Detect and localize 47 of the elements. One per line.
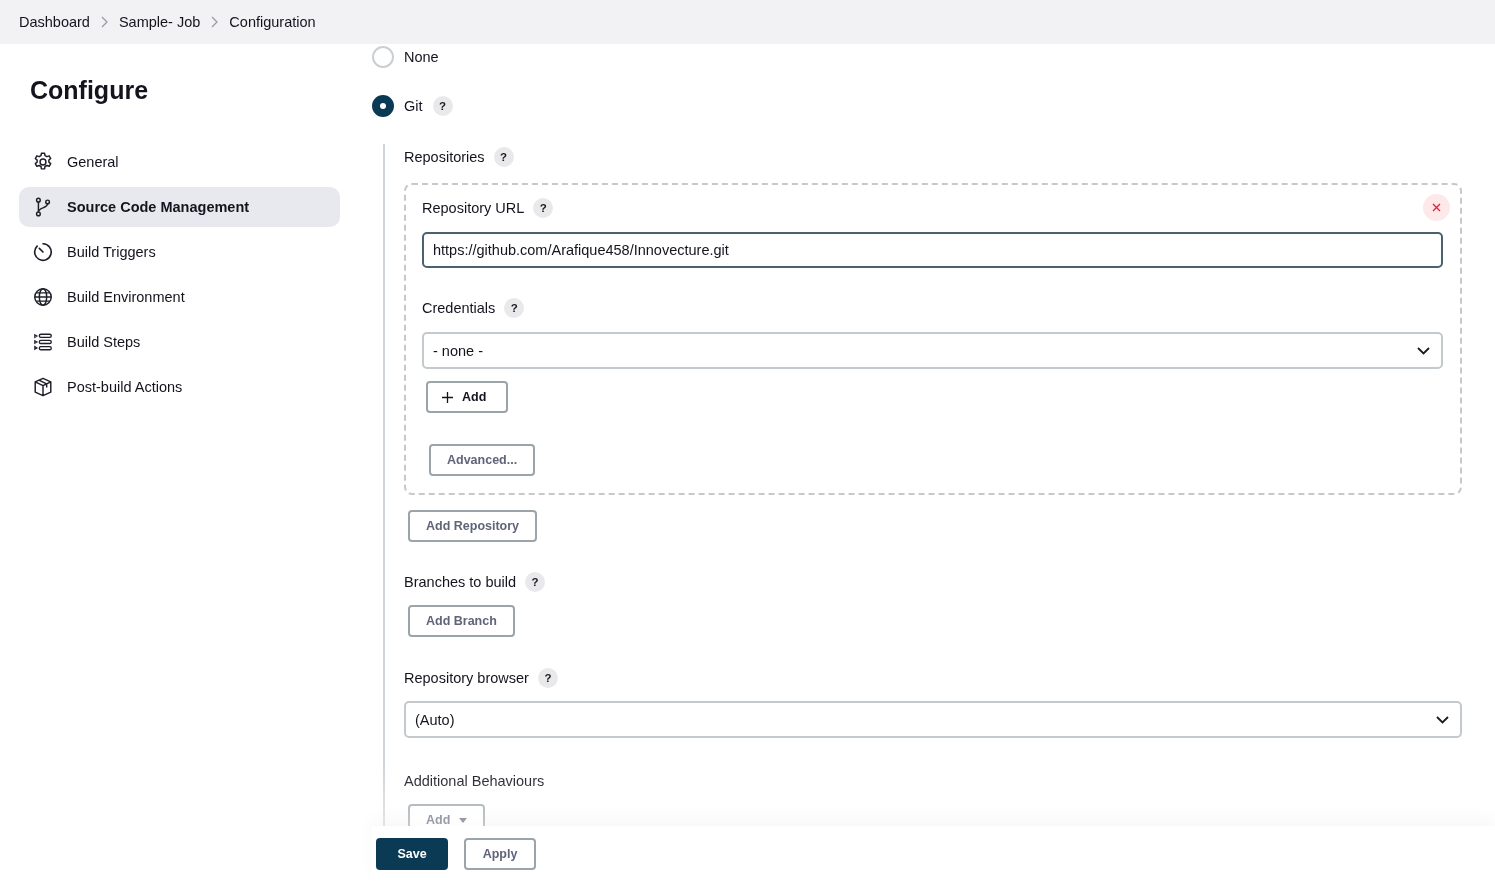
plus-icon [442,391,453,403]
help-icon[interactable]: ? [533,198,554,218]
sidebar-item[interactable]: Source Code Management [19,187,340,227]
gear-icon [32,151,54,173]
chevron-right-icon [100,16,108,28]
sidebar-item[interactable]: Build Steps [19,322,340,362]
help-icon[interactable]: ? [504,298,525,318]
dropdown-field[interactable]: (Auto) [404,701,1462,738]
sidebar-item[interactable]: Post-build Actions [19,367,340,407]
field-label: Repositories [404,149,485,165]
help-icon[interactable]: ? [493,147,514,167]
page-title: Configure [30,75,150,106]
save-button[interactable]: Save [376,838,448,870]
advanced-button[interactable]: Advanced... [429,444,536,476]
list-icon [32,331,54,353]
add-repository-button[interactable]: Add Repository [408,510,538,542]
field-label: Additional Behaviours [404,772,546,791]
field-label: Repository browser [404,670,529,686]
sidebar-item[interactable]: General [19,142,340,182]
field-label: Branches to build [404,574,517,590]
help-icon[interactable]: ? [432,96,453,116]
breadcrumb-link[interactable]: Configuration [229,14,316,30]
dropdown-field[interactable]: - none - [422,332,1443,369]
radio-button[interactable] [372,95,394,117]
globe-icon [32,286,54,308]
remove-button[interactable] [1423,194,1450,221]
field-label: Repository URL [422,200,525,216]
clock-icon [32,241,54,263]
chevron-down-icon [1436,715,1449,724]
sidebar-item[interactable]: Build Triggers [19,232,340,272]
close-icon [1432,203,1441,212]
apply-button[interactable]: Apply [464,838,536,870]
help-icon[interactable]: ? [525,572,546,592]
breadcrumb-link[interactable]: Sample- Job [118,14,201,30]
breadcrumb-link[interactable]: Dashboard [19,14,90,30]
caret-down-icon [459,817,468,823]
add-branch-button[interactable]: Add Branch [408,605,515,637]
field-label: Credentials [422,300,496,316]
radio-label: None [404,49,439,65]
package-icon [32,376,54,398]
repository-url-field[interactable]: https://github.com/Arafique458/Innovecture.git [422,232,1443,268]
chevron-down-icon [1417,346,1430,355]
sidebar-item[interactable]: Build Environment [19,277,340,317]
chevron-right-icon [211,16,219,28]
radio-label: Git [404,98,423,114]
add-button[interactable]: Add [426,381,509,413]
help-icon[interactable]: ? [537,668,558,688]
